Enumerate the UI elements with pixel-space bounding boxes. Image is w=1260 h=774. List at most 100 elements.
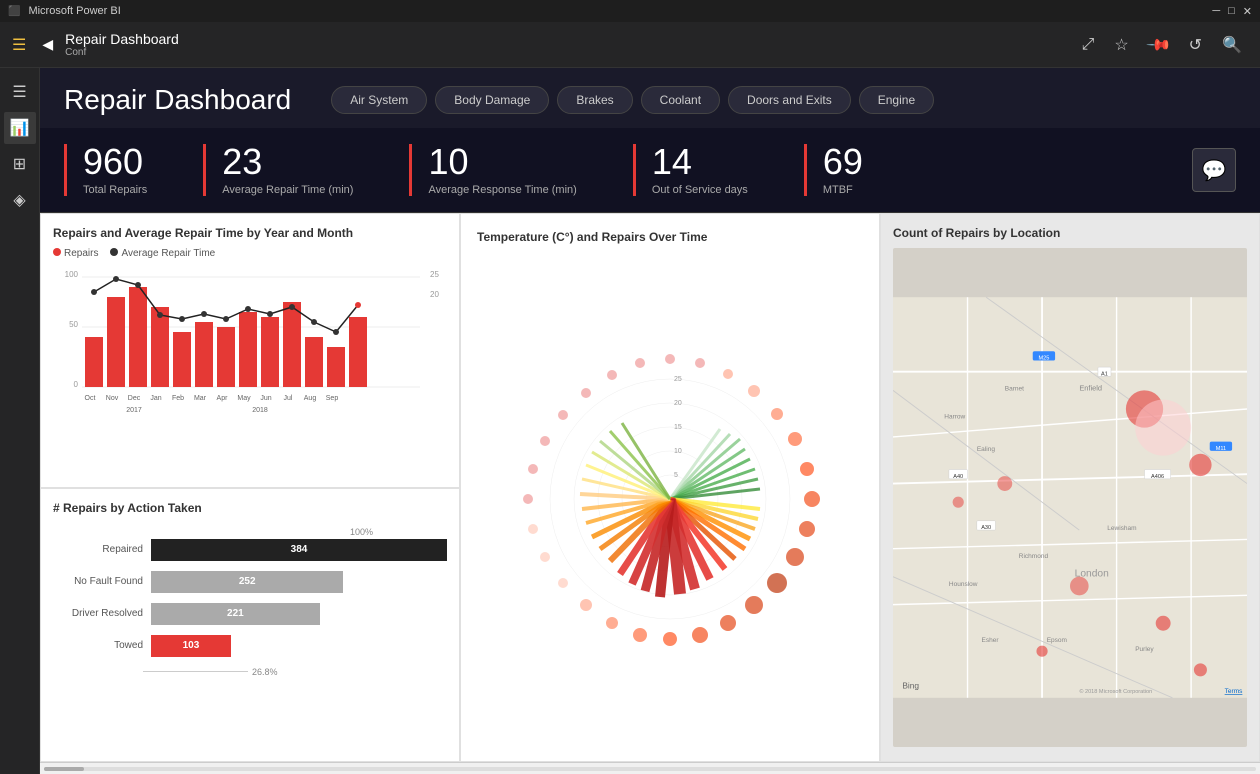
pct-top-label: 100% [143, 527, 373, 537]
kpi-total-repairs-value: 960 [83, 144, 147, 180]
map-container: M25 A1 A40 A30 A406 M11 Barnet H [893, 248, 1247, 747]
kpi-bar: 960 Total Repairs 23 Average Repair Time… [40, 128, 1260, 213]
dashboard-title: Repair Dashboard [64, 84, 291, 116]
nav-title: Repair Dashboard [65, 31, 179, 47]
radial-chart-panel: Temperature (C°) and Repairs Over Time [460, 213, 880, 762]
action-chart-content: 100% Repaired 384 No Fault Found [53, 523, 447, 681]
tab-brakes[interactable]: Brakes [557, 86, 632, 114]
app-container: ☰ 📊 ⊞ ◈ Repair Dashboard Air System Body… [0, 68, 1260, 774]
svg-text:Feb: Feb [172, 395, 184, 402]
svg-text:Oct: Oct [85, 395, 96, 402]
app-logo: ⬛ [8, 6, 20, 17]
svg-text:May: May [237, 395, 251, 402]
svg-text:Hounslow: Hounslow [949, 581, 978, 588]
sidebar-icon-reports[interactable]: 📊 [4, 112, 36, 144]
radial-chart-visual: 25 20 15 10 5 0 [477, 252, 863, 745]
svg-text:Barnet: Barnet [1005, 385, 1024, 392]
tab-coolant[interactable]: Coolant [641, 86, 720, 114]
legend-repairs: Repairs [53, 248, 98, 259]
svg-text:A406: A406 [1151, 474, 1164, 480]
kpi-out-of-service: 14 Out of Service days [633, 144, 780, 196]
svg-text:25: 25 [430, 270, 439, 279]
svg-text:A1: A1 [1101, 371, 1108, 377]
window-close[interactable]: ✕ [1243, 5, 1252, 18]
bar-chart-title: Repairs and Average Repair Time by Year … [53, 226, 447, 240]
svg-text:2017: 2017 [126, 407, 142, 414]
bookmark-icon[interactable]: ☆ [1114, 35, 1128, 55]
action-label-towed: Towed [53, 640, 143, 651]
svg-text:20: 20 [674, 400, 682, 407]
sidebar-icon-apps[interactable]: ⊞ [4, 148, 36, 180]
action-label-no-fault: No Fault Found [53, 576, 143, 587]
svg-text:Bing: Bing [902, 680, 919, 690]
svg-text:Jul: Jul [284, 395, 293, 402]
svg-text:Terms: Terms [1225, 688, 1243, 695]
map-panel: Count of Repairs by Location [880, 213, 1260, 762]
action-row-driver: Driver Resolved 221 [53, 603, 447, 625]
app-name: Microsoft Power BI [28, 5, 120, 17]
action-bar-driver-fill: 221 [151, 603, 320, 625]
refresh-icon[interactable]: ↺ [1189, 35, 1202, 55]
svg-text:Ealing: Ealing [977, 446, 995, 453]
action-bar-towed-fill: 103 [151, 635, 231, 657]
pin-icon[interactable]: 📌 [1145, 30, 1173, 58]
svg-text:Esher: Esher [982, 637, 1000, 644]
kpi-avg-repair-value: 23 [222, 144, 353, 180]
svg-text:Jan: Jan [150, 395, 161, 402]
top-nav: ☰ ◀ Repair Dashboard Conf ⤢ ☆ 📌 ↺ 🔍 [0, 22, 1260, 68]
action-bar-no-fault-fill: 252 [151, 571, 343, 593]
kpi-out-of-service-value: 14 [652, 144, 748, 180]
search-icon[interactable]: 🔍 [1222, 35, 1242, 55]
svg-text:20: 20 [430, 290, 439, 299]
tab-air-system[interactable]: Air System [331, 86, 427, 114]
svg-text:Dec: Dec [128, 395, 141, 402]
action-bar-repaired-fill: 384 [151, 539, 447, 561]
svg-text:M25: M25 [1038, 356, 1049, 362]
svg-text:A40: A40 [953, 474, 963, 480]
window-minimize[interactable]: ─ [1212, 5, 1220, 17]
nav-subtitle: Conf [65, 47, 179, 58]
window-maximize[interactable]: □ [1228, 5, 1235, 17]
kpi-mtbf: 69 MTBF [804, 144, 895, 196]
svg-text:Epsom: Epsom [1047, 637, 1067, 644]
svg-text:Aug: Aug [304, 395, 317, 402]
action-row-towed: Towed 103 [53, 635, 447, 657]
action-bar-towed: 103 [151, 635, 447, 657]
tab-engine[interactable]: Engine [859, 86, 934, 114]
hamburger-menu[interactable]: ☰ [12, 35, 26, 55]
kpi-total-repairs-label: Total Repairs [83, 184, 147, 196]
scrollbar-track[interactable] [44, 767, 1256, 771]
pct-bottom-label: 26.8% [252, 667, 278, 677]
action-chart-panel: # Repairs by Action Taken 100% Repaired … [40, 488, 460, 763]
pct-top-row: 100% [143, 527, 447, 537]
tab-doors-exits[interactable]: Doors and Exits [728, 86, 851, 114]
kpi-mtbf-value: 69 [823, 144, 863, 180]
svg-text:Purley: Purley [1135, 646, 1154, 653]
tab-body-damage[interactable]: Body Damage [435, 86, 549, 114]
chat-button[interactable]: 💬 [1192, 148, 1236, 192]
action-bar-driver: 221 [151, 603, 447, 625]
svg-text:© 2018 Microsoft Corporation: © 2018 Microsoft Corporation [1079, 688, 1152, 695]
bar-chart-visual: 100 50 0 25 20 [53, 267, 447, 422]
sidebar-icon-menu[interactable]: ☰ [4, 76, 36, 108]
map-title: Count of Repairs by Location [893, 226, 1247, 240]
charts-area: Repairs and Average Repair Time by Year … [40, 213, 1260, 762]
back-button[interactable]: ◀ [42, 36, 53, 53]
expand-icon[interactable]: ⤢ [1082, 36, 1095, 54]
sidebar: ☰ 📊 ⊞ ◈ [0, 68, 40, 774]
svg-text:Richmond: Richmond [1019, 553, 1049, 560]
sidebar-icon-data[interactable]: ◈ [4, 184, 36, 216]
scrollbar-thumb[interactable] [44, 767, 84, 771]
svg-text:Sep: Sep [326, 395, 339, 402]
pct-bottom-row: 26.8% [143, 667, 447, 677]
svg-text:10: 10 [674, 448, 682, 455]
title-bar: ⬛ Microsoft Power BI ─ □ ✕ [0, 0, 1260, 22]
main-content: Repair Dashboard Air System Body Damage … [40, 68, 1260, 774]
kpi-total-repairs: 960 Total Repairs [64, 144, 179, 196]
kpi-avg-response-value: 10 [428, 144, 576, 180]
bar-chart-panel: Repairs and Average Repair Time by Year … [40, 213, 460, 488]
action-row-no-fault: No Fault Found 252 [53, 571, 447, 593]
svg-text:50: 50 [69, 320, 78, 329]
radial-chart-title: Temperature (C°) and Repairs Over Time [477, 230, 863, 244]
svg-text:Jun: Jun [260, 395, 271, 402]
